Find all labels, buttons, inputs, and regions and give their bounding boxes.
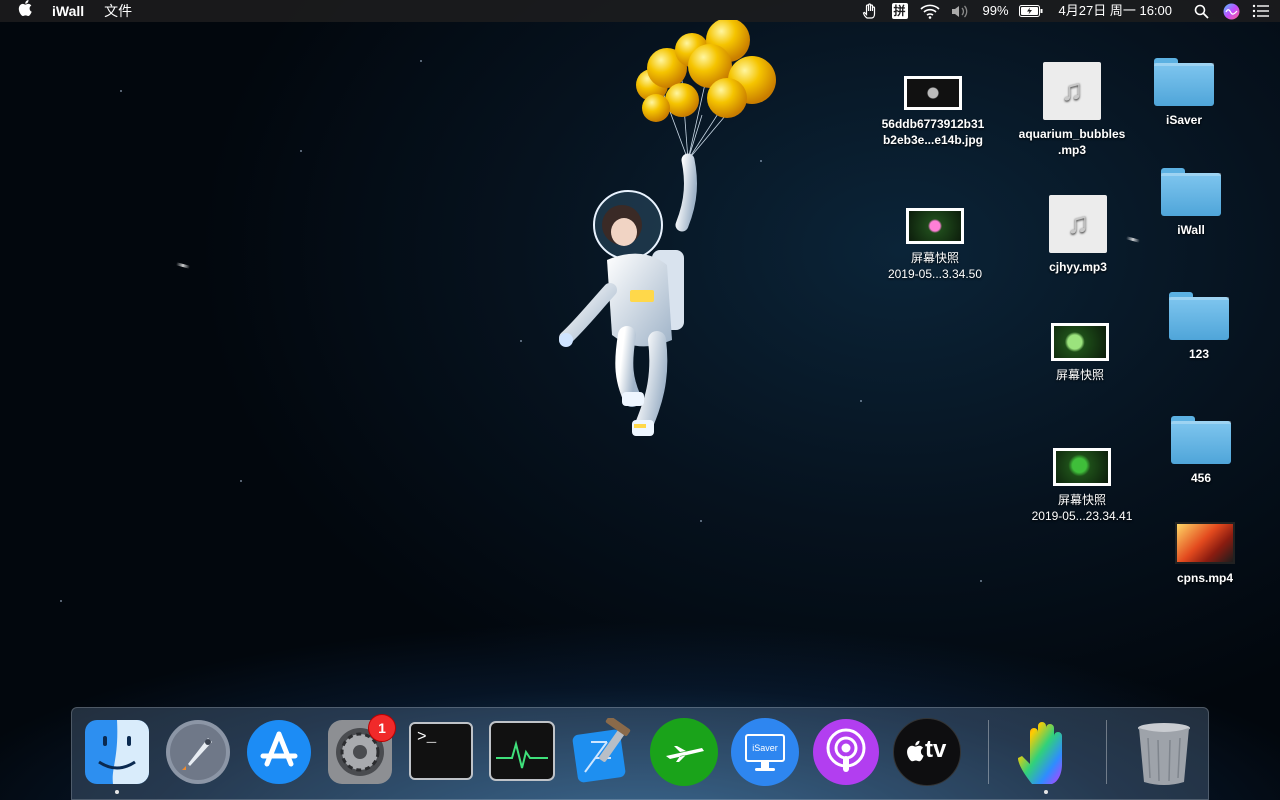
activity-monitor-icon[interactable] (488, 718, 556, 786)
volume-icon[interactable] (945, 0, 975, 22)
star-glint (175, 262, 191, 269)
star (300, 150, 302, 152)
finder-icon[interactable] (83, 718, 151, 794)
apple-logo-icon (907, 740, 924, 762)
file-label: 56ddb6773912b31 b2eb3e...e14b.jpg (881, 117, 985, 147)
search-icon[interactable] (1186, 0, 1216, 22)
menu-bar: iWall 文件 拼 99% 4月27日 周一 16:00 (0, 0, 1280, 22)
notification-center-icon[interactable] (1246, 0, 1276, 22)
file-label: 屏幕快照 2019-05...3.34.50 (887, 251, 983, 281)
desktop-file-screenshot[interactable]: 屏幕快照 (1015, 323, 1145, 383)
star (240, 480, 242, 482)
star (860, 400, 862, 402)
dock-separator (1106, 720, 1107, 784)
desktop-file-mp3[interactable]: ♫ aquarium_bubbles .mp3 (1007, 62, 1137, 158)
file-label: 屏幕快照 2019-05...23.34.41 (1031, 493, 1133, 523)
xcode-icon[interactable] (569, 716, 637, 786)
dock-separator (988, 720, 989, 784)
folder-label: iSaver (1165, 113, 1203, 127)
file-label: cjhyy.mp3 (1049, 260, 1107, 274)
pinyin-input-icon[interactable]: 拼 (885, 0, 915, 22)
file-menu[interactable]: 文件 (94, 0, 142, 22)
folder-icon (1169, 292, 1229, 340)
trash-icon[interactable] (1130, 718, 1198, 786)
battery-percent: 99% (982, 3, 1009, 18)
folder-label: iWall (1177, 223, 1205, 237)
folder-icon (1171, 416, 1231, 464)
apple-logo-icon (18, 0, 32, 16)
siri-icon[interactable] (1216, 0, 1246, 22)
file-label: 屏幕快照 (1055, 368, 1104, 382)
wifi-icon[interactable] (915, 0, 945, 22)
hand-icon[interactable] (855, 0, 885, 22)
music-note-icon: ♫ (1043, 62, 1101, 120)
dock: 1 >_ iSaver tv (71, 707, 1209, 800)
notification-badge: 1 (368, 714, 396, 742)
input-method-glyph: 拼 (891, 3, 908, 19)
desktop-file-mp3[interactable]: ♫ cjhyy.mp3 (1013, 195, 1143, 275)
folder-label: 123 (1188, 347, 1210, 361)
podcasts-icon[interactable] (812, 718, 880, 786)
apple-tv-icon[interactable]: tv (893, 718, 961, 786)
app-menu[interactable]: iWall (42, 0, 94, 22)
star (60, 600, 62, 602)
desktop-folder[interactable]: iSaver (1119, 58, 1249, 128)
star (120, 90, 122, 92)
app-store-icon[interactable] (245, 718, 313, 786)
star (520, 340, 522, 342)
iwall-hand-icon[interactable] (1012, 718, 1080, 794)
video-thumbnail (1175, 522, 1235, 564)
system-preferences-icon[interactable]: 1 (326, 714, 396, 786)
folder-icon (1161, 168, 1221, 216)
image-thumbnail (1051, 323, 1109, 361)
tv-label: tv (925, 736, 947, 763)
airplane-app-icon[interactable] (650, 718, 718, 786)
desktop-file-screenshot[interactable]: 屏幕快照 2019-05...3.34.50 (870, 208, 1000, 282)
isaver-icon[interactable]: iSaver (731, 718, 799, 786)
desktop-folder[interactable]: iWall (1126, 168, 1256, 238)
desktop-file-jpg[interactable]: 56ddb6773912b31 b2eb3e...e14b.jpg (868, 76, 998, 148)
desktop-file-mp4[interactable]: cpns.mp4 (1140, 522, 1270, 586)
running-indicator (115, 790, 119, 794)
file-label: cpns.mp4 (1176, 571, 1233, 585)
running-indicator (1044, 790, 1048, 794)
menu-clock[interactable]: 4月27日 周一 16:00 (1045, 0, 1186, 22)
desktop-folder[interactable]: 456 (1136, 416, 1266, 486)
launchpad-icon[interactable] (164, 718, 232, 786)
star (980, 580, 982, 582)
desktop-folder[interactable]: 123 (1134, 292, 1264, 362)
astronaut-wallpaper-illustration (552, 18, 792, 450)
apple-menu[interactable] (0, 0, 42, 22)
image-thumbnail (904, 76, 962, 110)
folder-icon (1154, 58, 1214, 106)
isaver-label: iSaver (752, 743, 778, 753)
image-thumbnail (906, 208, 964, 244)
music-note-icon: ♫ (1049, 195, 1107, 253)
terminal-prompt: >_ (417, 728, 437, 746)
terminal-icon[interactable]: >_ (407, 718, 475, 786)
image-thumbnail (1053, 448, 1111, 486)
star (420, 60, 422, 62)
file-label: aquarium_bubbles .mp3 (1018, 127, 1126, 157)
folder-label: 456 (1190, 471, 1212, 485)
battery-icon[interactable] (1017, 0, 1045, 22)
star (700, 520, 702, 522)
desktop-file-screenshot[interactable]: 屏幕快照 2019-05...23.34.41 (1017, 448, 1147, 524)
